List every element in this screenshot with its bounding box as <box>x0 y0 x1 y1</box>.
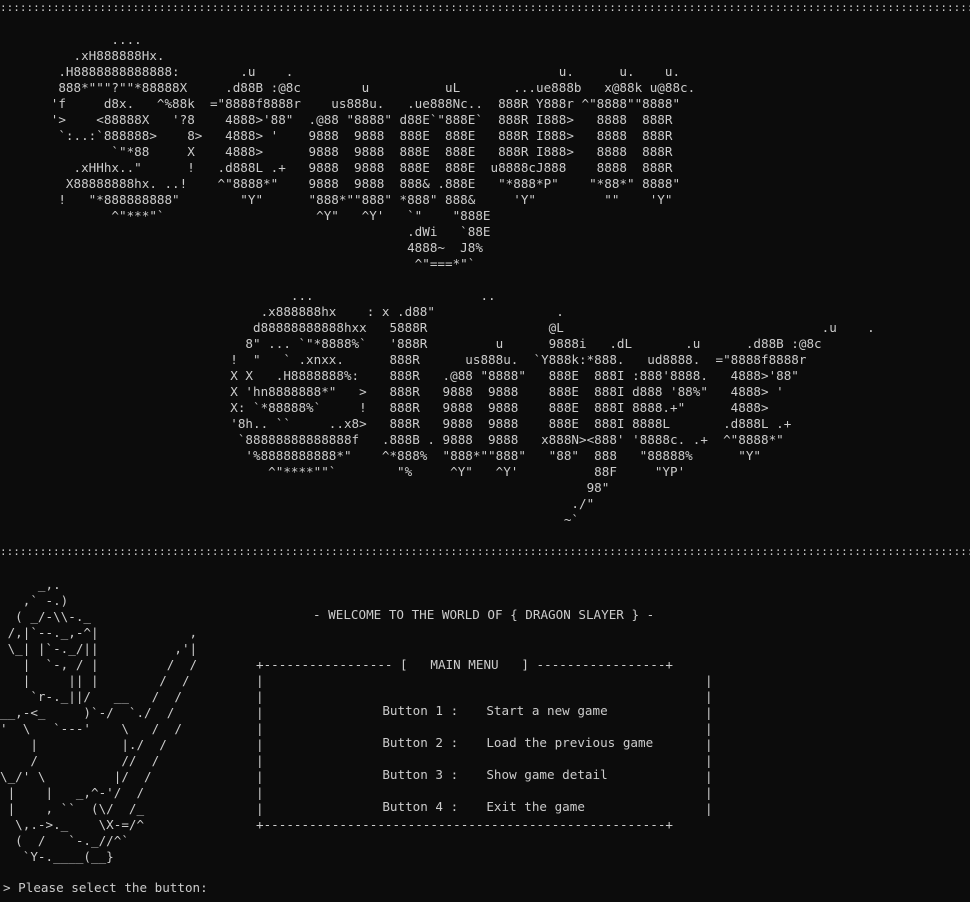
menu-option-action: Load the previous game <box>486 735 654 750</box>
menu-option-action: Show game detail <box>486 767 608 782</box>
ascii-banner-title-2: ... .. .x888888hx : x .d88" . d888888888… <box>230 288 875 527</box>
middle-separator: ::::::::::::::::::::::::::::::::::::::::… <box>0 546 970 558</box>
command-prompt[interactable]: > Please select the button: <box>3 880 208 896</box>
menu-option-action: Exit the game <box>486 799 585 814</box>
knight-ascii-art: _,. ,` -.) ( _/-\\-._ /,|`--._,-^| , \_|… <box>0 577 198 864</box>
menu-bottom-border: +---------------------------------------… <box>256 817 674 832</box>
menu-option-label: Button 3 : <box>382 767 459 782</box>
menu-option-label: Button 4 : <box>382 799 459 814</box>
menu-option-label: Button 2 : <box>382 735 459 750</box>
menu-option-action: Start a new game <box>486 703 608 718</box>
welcome-heading: - WELCOME TO THE WORLD OF { DRAGON SLAYE… <box>313 607 655 622</box>
ascii-banner-title-1: .... .xH888888Hx. .H8888888888888: .u . … <box>50 32 696 271</box>
top-separator: ::::::::::::::::::::::::::::::::::::::::… <box>0 2 970 14</box>
menu-option-label: Button 1 : <box>382 703 459 718</box>
menu-top-border: +----------------- [ MAIN MENU ] -------… <box>256 657 674 672</box>
main-menu: +----------------- [ MAIN MENU ] -------… <box>256 657 714 832</box>
menu-left-border: | | | | | | | | | <box>256 673 264 816</box>
menu-right-border: | | | | | | | | | <box>705 673 713 816</box>
